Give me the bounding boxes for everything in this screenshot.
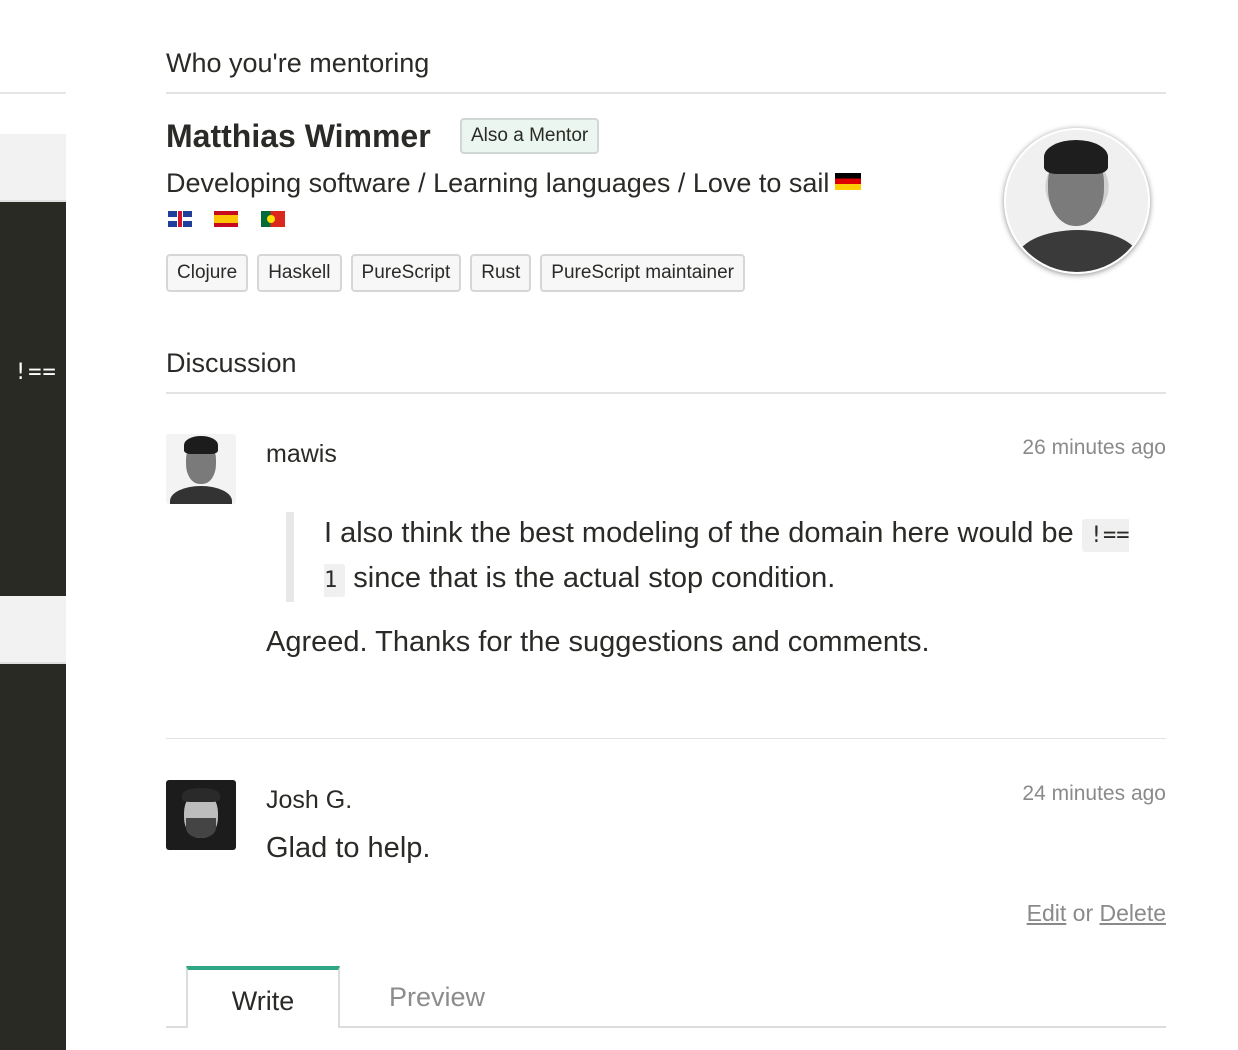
spain-flag-icon [214, 210, 239, 227]
post-text: Glad to help. [266, 832, 431, 864]
tab-preview[interactable]: Preview [342, 966, 532, 1024]
editor-tabs: Write Preview [166, 966, 1166, 1028]
mentor-badge: Also a Mentor [460, 118, 600, 154]
delete-link[interactable]: Delete [1100, 900, 1166, 926]
post-timestamp: 26 minutes ago [1022, 436, 1166, 459]
tag-purescript-maintainer: PureScript maintainer [540, 254, 745, 292]
post-author: Josh G. [266, 786, 353, 814]
mentee-bio: Developing software / Learning languages… [166, 168, 862, 199]
code-block [0, 202, 66, 596]
code-strip-gutter [0, 596, 66, 664]
mentee-section-title: Who you're mentoring [166, 48, 430, 78]
tag-clojure: Clojure [166, 254, 249, 292]
post-author: mawis [266, 440, 337, 468]
edit-link[interactable]: Edit [1027, 900, 1067, 926]
portugal-flag-icon [260, 210, 285, 227]
post-text: Agreed. Thanks for the suggestions and c… [266, 626, 930, 658]
code-strip: !== [0, 0, 66, 1050]
post-divider [166, 738, 1166, 739]
avatar [166, 780, 236, 850]
section-divider [166, 392, 1166, 394]
post-quote: I also think the best modeling of the do… [286, 512, 1144, 602]
quote-text: since that is the actual stop condition. [345, 562, 836, 594]
discussion-section-title: Discussion [166, 348, 297, 378]
section-divider [166, 92, 1166, 94]
post-actions: Edit or Delete [1027, 900, 1166, 927]
language-flags [168, 210, 303, 228]
mentee-tags: Clojure Haskell PureScript Rust PureScri… [166, 254, 745, 292]
mentee-name: Matthias Wimmer [166, 118, 431, 154]
tag-rust: Rust [470, 254, 532, 292]
quote-text: I also think the best modeling of the do… [324, 517, 1082, 549]
mentee-avatar [1004, 128, 1150, 274]
avatar [166, 434, 236, 504]
uk-flag-icon [168, 210, 192, 227]
actions-separator: or [1072, 900, 1094, 926]
code-snippet: !== [14, 360, 57, 385]
code-strip-gutter [0, 134, 66, 202]
post-timestamp: 24 minutes ago [1022, 782, 1166, 805]
code-block [0, 664, 66, 1050]
germany-flag-icon [835, 173, 862, 191]
tag-purescript: PureScript [350, 254, 462, 292]
code-strip-blank [0, 0, 66, 94]
tag-haskell: Haskell [257, 254, 342, 292]
tab-write[interactable]: Write [186, 966, 340, 1028]
mentee-bio-text: Developing software / Learning languages… [166, 168, 830, 198]
